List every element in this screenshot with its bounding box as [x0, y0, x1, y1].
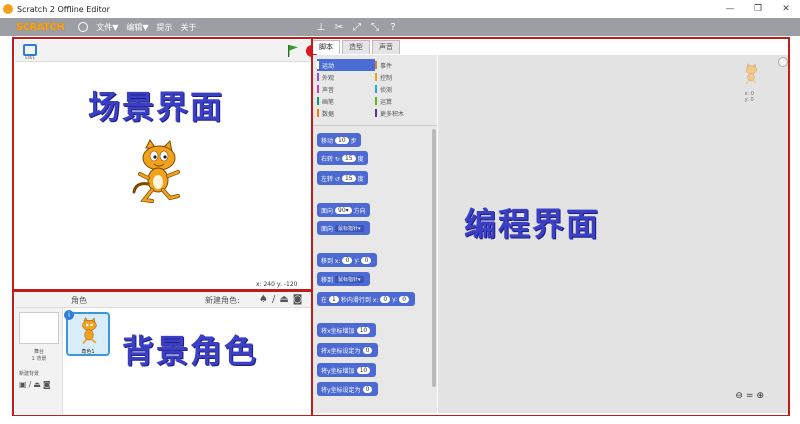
menu-file[interactable]: 文件▼	[96, 22, 118, 33]
window-title: Scratch 2 Offline Editor	[17, 4, 110, 14]
title-bar: Scratch 2 Offline Editor — ❐ ✕	[0, 0, 800, 18]
window-controls: — ❐ ✕	[716, 0, 800, 18]
shrink-icon[interactable]: ⤡	[366, 22, 384, 33]
app-icon	[3, 4, 13, 14]
bottom-strip	[0, 416, 800, 424]
help-icon[interactable]: ?	[384, 22, 402, 33]
maximize-button[interactable]: ❐	[744, 0, 772, 18]
language-globe-icon[interactable]	[78, 22, 89, 32]
scratch-logo[interactable]: SCRATCH	[16, 22, 65, 33]
edit-toolbar: ⊥ ✂ ⤢ ⤡ ?	[312, 18, 402, 36]
script-frame	[311, 37, 790, 417]
menu-about[interactable]: 关于	[181, 22, 197, 33]
menu-edit[interactable]: 编辑▼	[126, 22, 148, 33]
close-button[interactable]: ✕	[772, 0, 800, 18]
delete-scissors-icon[interactable]: ✂	[330, 22, 348, 33]
grow-icon[interactable]: ⤢	[348, 22, 366, 33]
minimize-button[interactable]: —	[716, 0, 744, 18]
menu-tips[interactable]: 提示	[157, 22, 173, 33]
sprites-frame	[12, 290, 313, 417]
duplicate-stamp-icon[interactable]: ⊥	[312, 22, 330, 33]
stage-frame	[12, 37, 313, 291]
menu-bar: SCRATCH 文件▼ 编辑▼ 提示 关于 ⊥ ✂ ⤢ ⤡ ?	[0, 18, 800, 36]
